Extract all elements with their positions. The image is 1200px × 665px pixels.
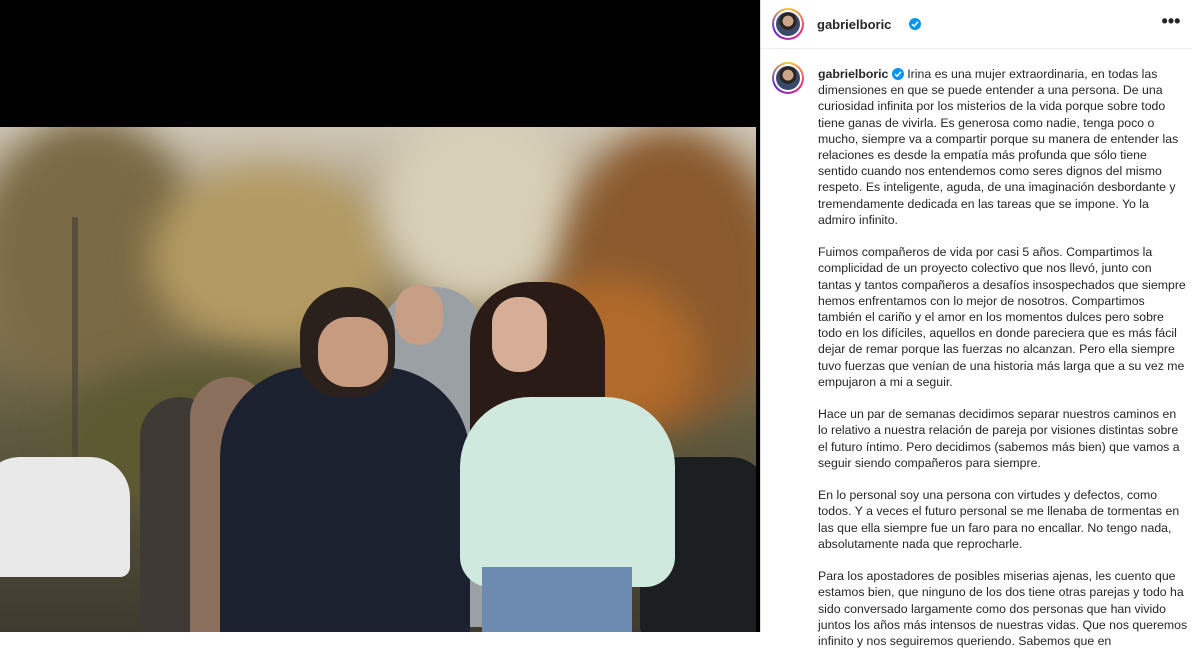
caption-paragraph: gabrielboric Irina es una mujer extraord… [818, 66, 1188, 228]
verified-badge-icon [909, 18, 921, 30]
caption-text: Irina es una mujer extraordinaria, en to… [818, 67, 1179, 227]
post-panel: gabrielboric ••• gabrielboric Irina es u… [761, 0, 1200, 648]
caption-paragraph: Fuimos compañeros de vida por casi 5 año… [818, 245, 1186, 389]
post-photo[interactable] [0, 127, 756, 632]
header-username[interactable]: gabrielboric [817, 17, 891, 32]
caption-paragraph: En lo personal soy una persona con virtu… [818, 488, 1180, 551]
caption-paragraph: Hace un par de semanas decidimos separar… [818, 407, 1180, 470]
woman-face [492, 297, 547, 372]
background-sky [380, 127, 580, 307]
verified-badge-icon [891, 68, 904, 80]
woman-jeans [482, 567, 632, 632]
post-media[interactable] [0, 0, 760, 632]
post-caption: gabrielboric Irina es una mujer extraord… [818, 66, 1188, 665]
scrollbar[interactable] [1192, 0, 1200, 632]
caption-paragraph: Para los apostadores de posibles miseria… [818, 569, 1188, 649]
white-car [0, 457, 130, 577]
more-options-icon[interactable]: ••• [1159, 12, 1183, 36]
man-in-dark-coat [220, 367, 470, 632]
woman-blouse [460, 397, 675, 587]
caption-username[interactable]: gabrielboric [818, 67, 888, 81]
post-header: gabrielboric ••• [761, 0, 1200, 49]
face [395, 285, 443, 345]
man-face [318, 317, 388, 387]
header-avatar[interactable] [772, 8, 804, 40]
profile-avatar-image [776, 66, 800, 90]
caption-avatar[interactable] [772, 62, 804, 94]
profile-avatar-image [776, 12, 800, 36]
